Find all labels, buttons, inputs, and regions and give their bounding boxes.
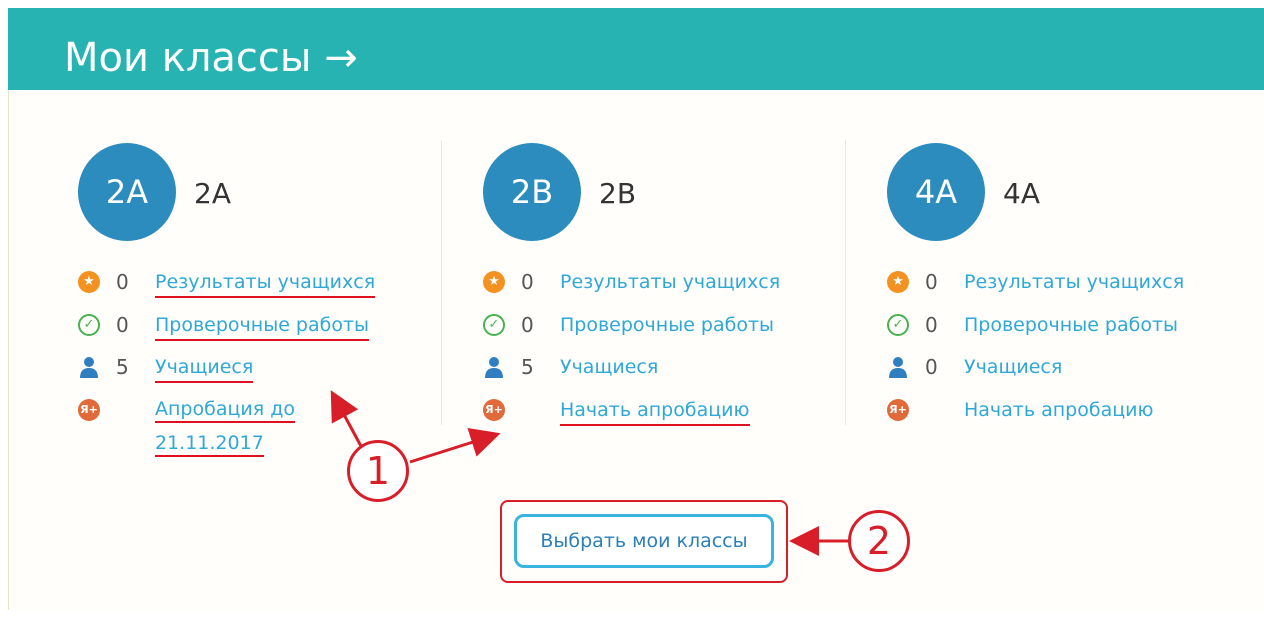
arrow-to-2a-pilot bbox=[330, 390, 364, 449]
annotation-callout-1: 1 bbox=[347, 440, 409, 502]
annotation-arrows bbox=[330, 390, 848, 556]
annotation-callout-2: 2 bbox=[848, 510, 910, 572]
arrow-to-2b-pilot bbox=[409, 428, 501, 464]
